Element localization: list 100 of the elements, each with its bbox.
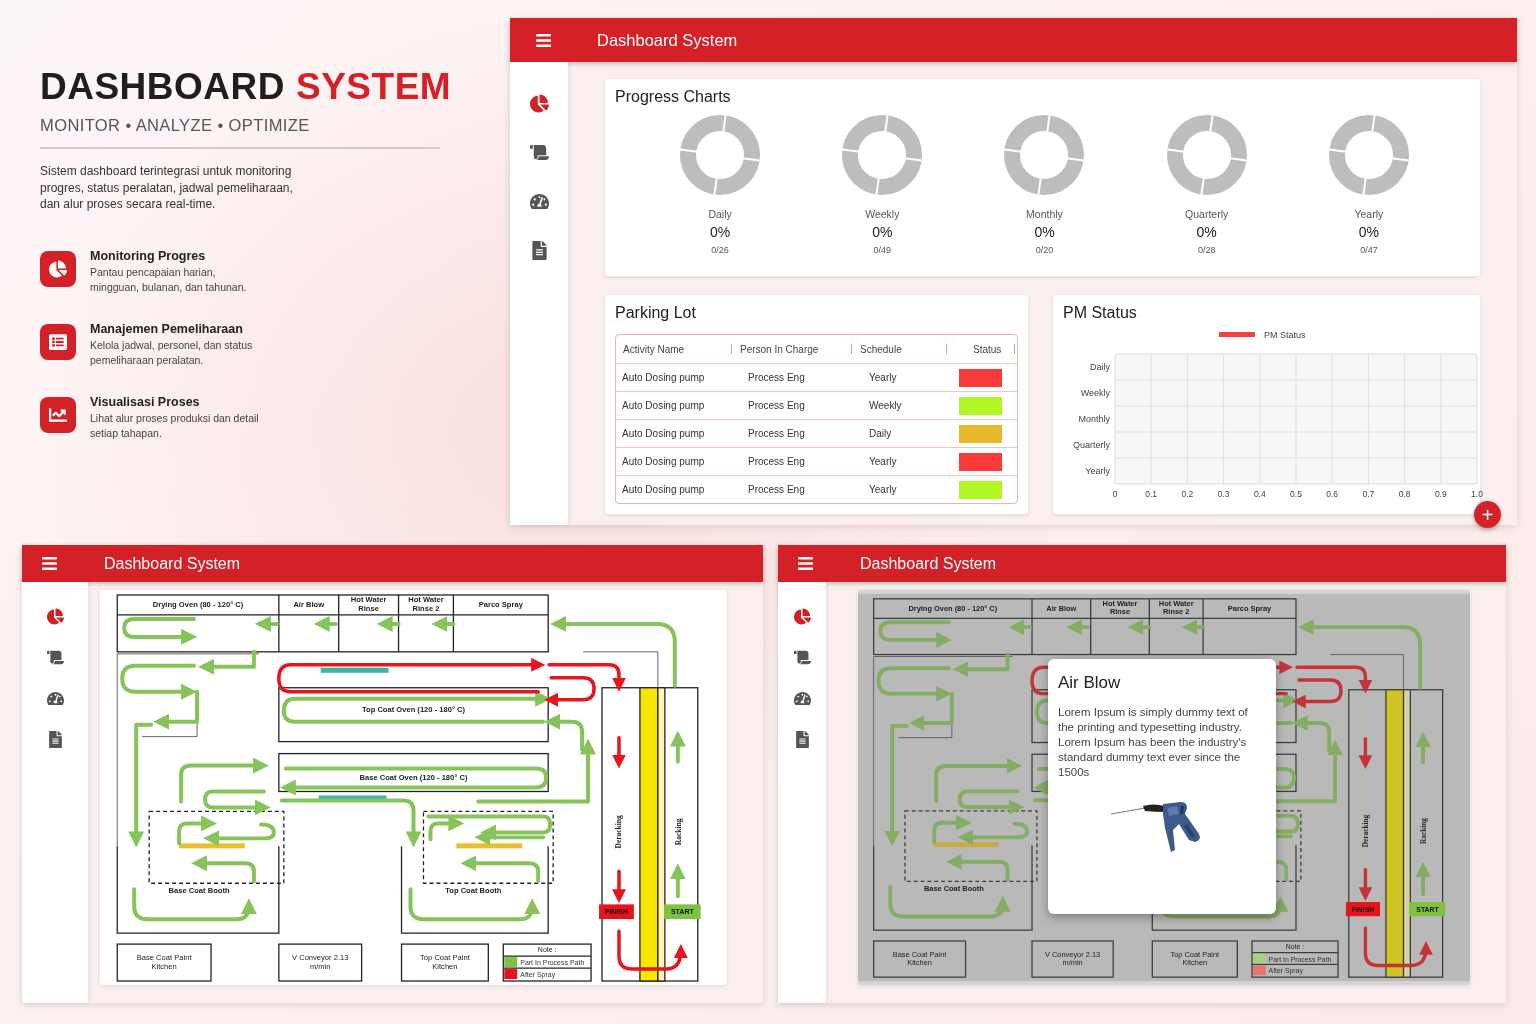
sidebar-button[interactable] [529, 94, 549, 113]
feature-title: Visualisasi Proses [90, 394, 201, 409]
sidebar-button[interactable] [46, 649, 64, 666]
column-header: Status [973, 343, 1002, 355]
flow-arrow [1358, 736, 1373, 769]
ring-label: Weekly [865, 208, 900, 220]
ring-count: 0/20 [1035, 245, 1054, 255]
table-cell-text: Auto Dosing pump [621, 484, 706, 495]
sidebar-button[interactable] [793, 690, 811, 707]
window-title: Dashboard System [860, 554, 997, 573]
gauge-icon [46, 690, 64, 707]
sidebar-button[interactable] [793, 649, 811, 666]
legend-label: PM Status [1264, 330, 1306, 340]
column-header: Person In Charge [740, 343, 819, 355]
flow-arrow [431, 615, 456, 632]
axis-label: Weekly [1080, 388, 1110, 398]
tick-label: 0.5 [1290, 489, 1302, 499]
flow-arrow [1066, 619, 1090, 635]
sidebar-button[interactable] [529, 143, 549, 162]
flow-arrow [376, 615, 401, 632]
menu-button[interactable] [797, 555, 814, 572]
tick-label: 1.0 [1471, 489, 1483, 499]
tick-label: 0.9 [1434, 489, 1447, 499]
scroll-icon [529, 143, 549, 162]
sidebar-button[interactable] [793, 608, 811, 625]
sidebar-button[interactable] [46, 608, 64, 625]
card-title: PM Status [1063, 304, 1138, 322]
flow-arrow [254, 615, 279, 632]
feature-title: Monitoring Progres [90, 248, 207, 263]
axis-label: Yearly [1085, 466, 1110, 476]
window-title: Dashboard System [104, 554, 241, 573]
flow-arrow [952, 652, 1010, 678]
ring-percent: 0% [1358, 224, 1379, 240]
table-cell-text: Process Eng [747, 456, 806, 467]
axis-label: Quarterly [1073, 440, 1110, 450]
dialog-text: Lorem Ipsum is simply dummy text of the printing and typesetting industry. Lorem Ipsum has been the industry's standard dummy text ever since the 1500s [1058, 705, 1249, 780]
window-title: Dashboard System [597, 30, 738, 50]
table-cell-text: Yearly [868, 484, 898, 495]
flow-arrow [1363, 926, 1433, 968]
column-header: Schedule [860, 343, 902, 355]
table-cell-text: Weekly [868, 400, 903, 411]
ring-count: 0/47 [1360, 245, 1378, 255]
axis-label: Daily [1090, 362, 1110, 372]
table-cell-text: Auto Dosing pump [621, 372, 706, 383]
sidebar-button[interactable] [46, 731, 64, 748]
table-cell-text: Process Eng [747, 372, 806, 383]
table-cell-text: Process Eng [747, 428, 806, 439]
dialog-title: Air Blow [1058, 673, 1122, 693]
flow-arrow [1127, 619, 1152, 635]
flow-arrow [1415, 861, 1431, 896]
scroll-icon [46, 649, 64, 666]
ring-label: Yearly [1354, 208, 1384, 220]
ring-label: Monthly [1026, 208, 1063, 220]
pie-chart-icon [793, 608, 811, 625]
ring-count: 0/28 [1197, 245, 1216, 255]
tick-label: 0.3 [1217, 489, 1230, 499]
ring-count: 0/49 [873, 245, 892, 255]
gauge-icon [529, 192, 549, 211]
list-icon [49, 332, 67, 351]
tick-label: 0.4 [1253, 489, 1266, 499]
tagline: MONITOR • ANALYZE • OPTIMIZE [40, 116, 440, 149]
ring-percent: 0% [1034, 224, 1055, 240]
sidebar-button[interactable] [793, 731, 811, 748]
sidebar-button[interactable] [46, 690, 64, 707]
flow-arrow [1181, 619, 1206, 635]
scroll-icon [793, 649, 811, 666]
menu-button[interactable] [41, 555, 58, 572]
document-icon [46, 731, 64, 748]
menu-icon [535, 31, 552, 49]
sidebar-button[interactable] [529, 192, 549, 211]
sidebar-button[interactable] [529, 241, 549, 260]
hero-title: DASHBOARD [40, 66, 285, 108]
menu-icon [41, 555, 58, 572]
flow-arrow [1008, 619, 1032, 635]
column-header: Activity Name [623, 343, 685, 355]
flow-arrow [612, 735, 626, 769]
flow-arrow [612, 869, 626, 904]
table-cell-text: Process Eng [747, 400, 806, 411]
table-cell-text: Auto Dosing pump [621, 456, 706, 467]
menu-button[interactable] [535, 31, 552, 49]
flow-arrow [617, 929, 688, 971]
add-button[interactable]: + [1474, 501, 1501, 528]
ring-percent: 0% [872, 224, 893, 240]
ring-percent: 0% [709, 224, 731, 240]
card-title: Parking Lot [615, 304, 697, 322]
axis-label: Monthly [1078, 414, 1110, 424]
table-cell-text: Process Eng [747, 484, 806, 495]
feature-text: Pantau pencapaian harian, mingguan, bulanan, dan tahunan. [90, 264, 248, 295]
tick-label: 0.2 [1181, 489, 1194, 499]
document-icon [793, 731, 811, 748]
flow-arrow [669, 730, 686, 764]
ring-label: Quarterly [1185, 208, 1229, 220]
table-cell-text: Yearly [868, 372, 898, 383]
flow-arrow [191, 855, 256, 884]
ring-count: 0/26 [711, 245, 729, 255]
feature-title: Manajemen Pemeliharaan [90, 321, 244, 336]
menu-icon [797, 555, 814, 572]
table-cell-text: Daily [868, 428, 893, 439]
table-cell-text: Auto Dosing pump [621, 400, 706, 411]
flow-arrow [946, 854, 1010, 882]
